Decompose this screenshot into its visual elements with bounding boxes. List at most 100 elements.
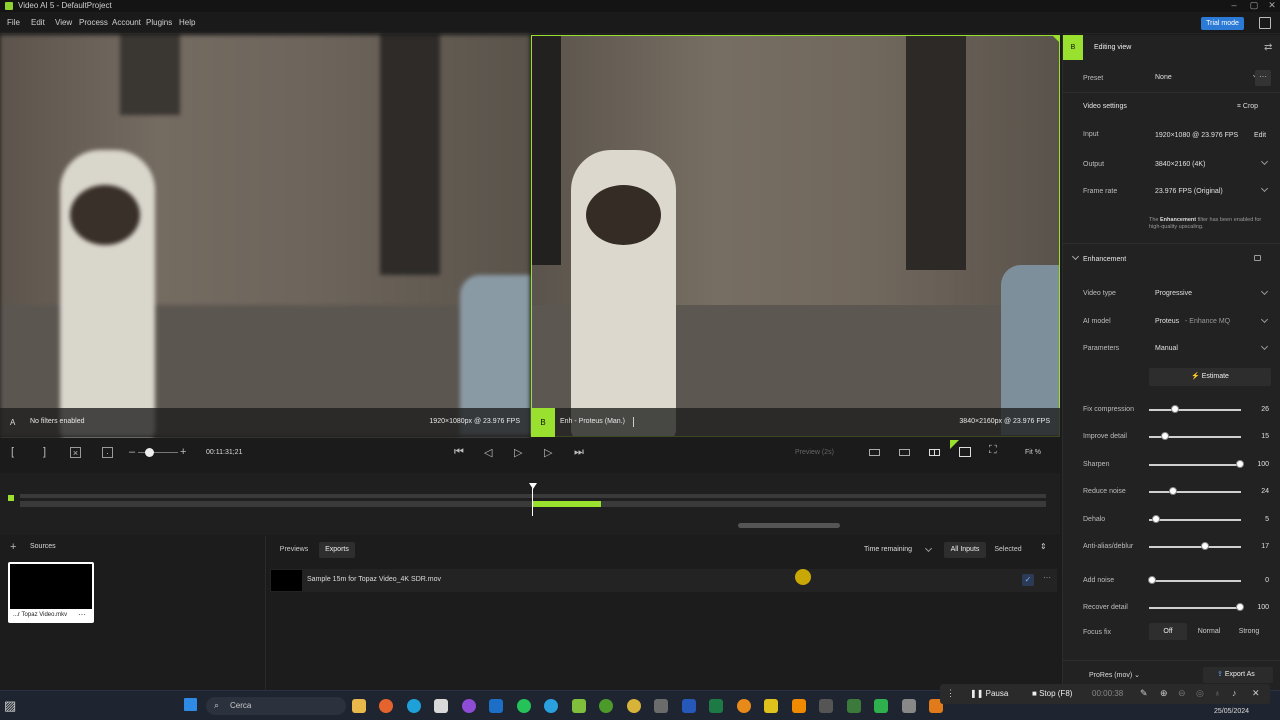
trial-mode-button[interactable]: Trial mode: [1201, 17, 1244, 30]
pause-button[interactable]: ❚❚ Pausa: [970, 689, 1008, 698]
slider-knob[interactable]: [1236, 603, 1244, 611]
filter-all-inputs[interactable]: All Inputs: [944, 542, 986, 558]
export-as-button[interactable]: ⇪ Export As: [1203, 667, 1273, 683]
app-icon-circle[interactable]: [599, 699, 613, 713]
webcam-icon[interactable]: ◎: [1196, 688, 1204, 699]
app-icon-3d[interactable]: [764, 699, 778, 713]
app-icon-cube[interactable]: [902, 699, 916, 713]
step-back-icon[interactable]: ◁: [484, 446, 492, 459]
volume-icon[interactable]: ♪: [1232, 688, 1237, 698]
single-view-icon[interactable]: [869, 449, 880, 456]
preset-more-icon[interactable]: ···: [1255, 70, 1271, 86]
source-card[interactable]: ...r Topaz Video.mkv ···: [8, 562, 94, 623]
videotype-dropdown[interactable]: Progressive: [1149, 286, 1271, 302]
app-icon-purple[interactable]: [462, 699, 476, 713]
app-icon-gray[interactable]: [654, 699, 668, 713]
slider-knob[interactable]: [1152, 515, 1161, 523]
close-recorder-icon[interactable]: ✕: [1252, 688, 1260, 699]
timeline-zoom-slider[interactable]: [138, 452, 178, 453]
edge-icon[interactable]: [407, 699, 421, 713]
app-icon-dark[interactable]: [819, 699, 833, 713]
firefox-icon[interactable]: [379, 699, 393, 713]
slider-track[interactable]: [1149, 519, 1241, 521]
fullscreen-icon[interactable]: ⛶: [989, 444, 997, 457]
slider-track[interactable]: [1149, 607, 1241, 609]
add-source-icon[interactable]: +: [10, 541, 16, 553]
menu-help[interactable]: Help: [179, 18, 195, 27]
playhead-icon[interactable]: [529, 483, 537, 489]
panel-toggle-icon[interactable]: [1259, 17, 1271, 29]
tab-previews[interactable]: Previews: [275, 542, 313, 558]
slider-knob[interactable]: [1200, 542, 1209, 550]
store-icon[interactable]: [434, 699, 448, 713]
app-icon-orange[interactable]: [737, 699, 751, 713]
skip-to-end-icon[interactable]: ⏭: [574, 446, 584, 459]
slider-knob[interactable]: [1170, 405, 1179, 413]
start-icon[interactable]: [184, 698, 197, 711]
slider-track[interactable]: [1149, 464, 1241, 466]
chrome-icon[interactable]: [627, 699, 641, 713]
menu-process[interactable]: Process: [79, 18, 108, 27]
file-explorer-icon[interactable]: [352, 699, 366, 713]
focusfix-off[interactable]: Off: [1149, 623, 1187, 640]
split-view-icon[interactable]: [899, 449, 910, 456]
lock-icon[interactable]: [1254, 255, 1261, 261]
task-view-icon[interactable]: ▨: [4, 698, 16, 714]
app-icon-play[interactable]: [874, 699, 888, 713]
zoom-in-icon[interactable]: +: [180, 446, 186, 458]
focusfix-normal[interactable]: Normal: [1189, 623, 1229, 640]
slider-track[interactable]: [1149, 546, 1241, 548]
search-box[interactable]: ⌕ Cerca: [206, 697, 346, 715]
mark-out-icon[interactable]: ]: [43, 446, 46, 458]
slider-knob[interactable]: [1148, 576, 1156, 584]
swap-icon[interactable]: ⇄: [1264, 42, 1272, 53]
slider-knob[interactable]: [1236, 460, 1244, 468]
zoom-out-icon[interactable]: –: [129, 446, 135, 458]
timeline[interactable]: [0, 473, 1060, 535]
timeline-track-top[interactable]: [20, 494, 1046, 498]
zoom-in-icon[interactable]: ⊕: [1160, 688, 1168, 699]
menu-edit[interactable]: Edit: [31, 18, 45, 27]
export-more-icon[interactable]: ···: [1043, 573, 1051, 582]
mark-in-icon[interactable]: [: [11, 446, 14, 458]
slider-track[interactable]: [1149, 409, 1241, 411]
menu-account[interactable]: Account: [112, 18, 141, 27]
slider-knob[interactable]: [1161, 432, 1170, 440]
crop-button[interactable]: ⌗ Crop: [1237, 103, 1258, 111]
menu-view[interactable]: View: [55, 18, 72, 27]
outlook-icon[interactable]: [489, 699, 503, 713]
tab-exports[interactable]: Exports: [319, 542, 355, 558]
slider-track[interactable]: [1149, 491, 1241, 493]
maximize-icon[interactable]: ▢: [1244, 0, 1264, 12]
framerate-dropdown[interactable]: 23.976 FPS (Original): [1149, 183, 1271, 199]
vlc-icon[interactable]: [792, 699, 806, 713]
frame-marks-icon[interactable]: ·: [102, 447, 113, 458]
viewer-b-filters[interactable]: Enh - Proteus (Man.): [560, 418, 625, 425]
pen-icon[interactable]: ✎: [1140, 688, 1148, 699]
collapse-enhancement-icon[interactable]: [1071, 252, 1080, 261]
sort-order-icon[interactable]: ⇕: [1040, 542, 1047, 551]
timeline-zoom-knob[interactable]: [145, 448, 154, 457]
whatsapp-icon[interactable]: [517, 699, 531, 713]
sort-dropdown[interactable]: Time remaining: [859, 542, 937, 558]
stop-button[interactable]: ■ Stop (F8): [1032, 689, 1072, 698]
preset-dropdown[interactable]: None: [1149, 70, 1271, 86]
output-dropdown[interactable]: 3840×2160 (4K): [1149, 156, 1271, 172]
close-icon[interactable]: ✕: [1262, 0, 1280, 12]
clear-marks-icon[interactable]: ×: [70, 447, 81, 458]
timeline-scrollbar[interactable]: [738, 523, 840, 528]
word-icon[interactable]: [682, 699, 696, 713]
slider-knob[interactable]: [1169, 487, 1178, 495]
telegram-icon[interactable]: [544, 699, 558, 713]
play-icon[interactable]: ▷: [514, 446, 522, 459]
export-row[interactable]: Sample 15m for Topaz Video_4K SDR.mov ✓ …: [270, 569, 1057, 592]
mic-icon[interactable]: ♁: [1214, 688, 1221, 698]
aimodel-dropdown[interactable]: Proteus - Enhance MQ: [1149, 314, 1271, 330]
step-forward-icon[interactable]: ▷: [544, 446, 552, 459]
input-edit-button[interactable]: Edit: [1254, 132, 1266, 139]
side-by-side-icon[interactable]: [929, 449, 940, 456]
preview-dropdown[interactable]: Preview (2s): [795, 449, 834, 456]
timeline-preview-range[interactable]: [533, 501, 601, 507]
viewer-a-frame[interactable]: [0, 35, 530, 437]
menu-file[interactable]: File: [7, 18, 20, 27]
